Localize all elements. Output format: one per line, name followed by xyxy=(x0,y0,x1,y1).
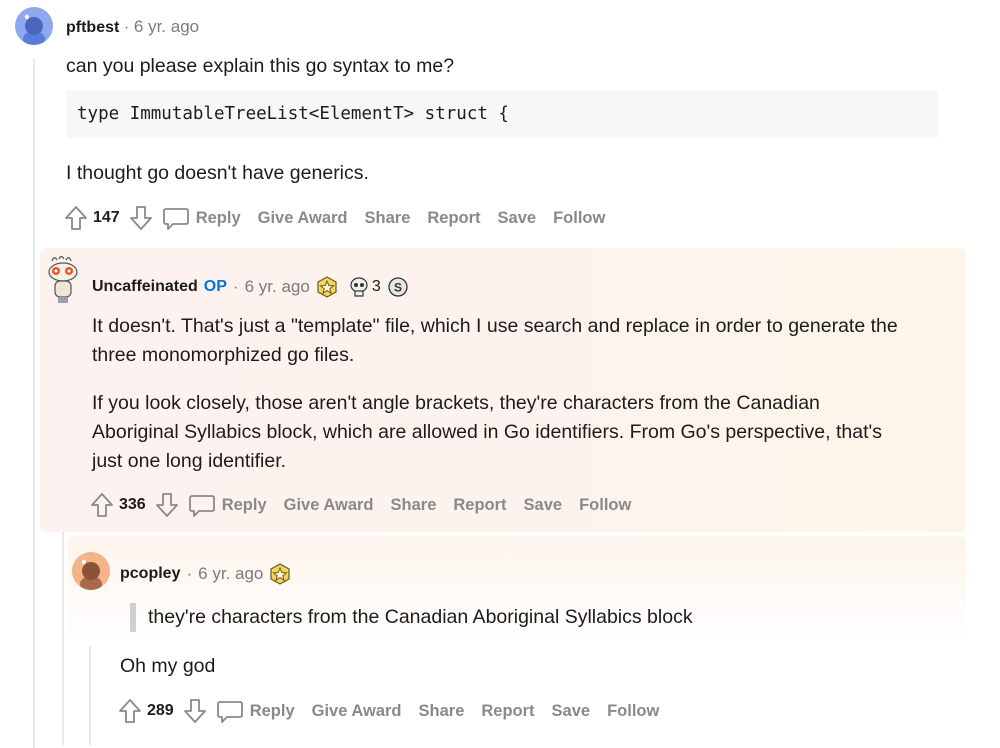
paragraph-line: three monomorphized go files. xyxy=(92,344,355,366)
avatar[interactable] xyxy=(72,552,110,590)
comment-text: I thought go doesn't have generics. xyxy=(66,162,369,184)
downvote-icon[interactable] xyxy=(182,697,208,725)
award-icon[interactable] xyxy=(316,276,338,298)
report-button[interactable]: Report xyxy=(427,209,480,228)
timestamp[interactable]: 6 yr. ago xyxy=(134,17,199,36)
comment-text: It doesn't. That's just a "template" fil… xyxy=(92,312,898,370)
quote-text: they're characters from the Canadian Abo… xyxy=(148,606,693,628)
comment-text: If you look closely, those aren't angle … xyxy=(92,389,882,476)
avatar[interactable] xyxy=(15,7,53,45)
silver-award-icon[interactable]: S xyxy=(387,276,409,298)
give-award-button[interactable]: Give Award xyxy=(284,496,374,515)
paragraph-line: It doesn't. That's just a "template" fil… xyxy=(92,315,898,337)
comment-actions: 336 Reply Give Award Share Report Save F… xyxy=(89,490,648,520)
comment-icon[interactable] xyxy=(216,697,244,725)
separator: · xyxy=(123,17,130,36)
vote-count: 147 xyxy=(93,209,120,226)
code-line: type ImmutableTreeList<ElementT> struct … xyxy=(77,104,509,124)
save-button[interactable]: Save xyxy=(552,702,591,721)
comment-icon[interactable] xyxy=(162,204,190,232)
svg-text:S: S xyxy=(394,281,402,295)
comment-header: pcopley · 6 yr. ago xyxy=(120,563,291,585)
timestamp[interactable]: 6 yr. ago xyxy=(198,564,263,584)
separator: · xyxy=(186,564,193,583)
avatar[interactable] xyxy=(44,255,82,305)
share-button[interactable]: Share xyxy=(365,209,411,228)
vote-count: 336 xyxy=(119,496,146,513)
follow-button[interactable]: Follow xyxy=(607,702,659,721)
follow-button[interactable]: Follow xyxy=(553,209,605,228)
share-button[interactable]: Share xyxy=(419,702,465,721)
downvote-icon[interactable] xyxy=(128,204,154,232)
reply-button[interactable]: Reply xyxy=(222,496,267,515)
comment-header: Uncaffeinated OP · 6 yr. ago 3 S xyxy=(92,276,409,298)
upvote-icon[interactable] xyxy=(89,491,115,519)
comment-text: can you please explain this go syntax to… xyxy=(66,55,455,77)
snoo-avatar-icon xyxy=(23,14,45,45)
skull-award-icon[interactable] xyxy=(348,276,370,298)
comment-header: pftbest · 6 yr. ago xyxy=(66,17,199,37)
report-button[interactable]: Report xyxy=(453,496,506,515)
follow-button[interactable]: Follow xyxy=(579,496,631,515)
upvote-icon[interactable] xyxy=(63,204,89,232)
username[interactable]: Uncaffeinated xyxy=(92,278,198,296)
report-button[interactable]: Report xyxy=(481,702,534,721)
comment-actions: 147 Reply Give Award Share Report Save F… xyxy=(63,203,622,233)
thread-line-root[interactable] xyxy=(33,58,35,748)
paragraph-line: Aboriginal Syllabics block, which are al… xyxy=(92,421,882,443)
timestamp[interactable]: 6 yr. ago xyxy=(245,277,310,297)
downvote-icon[interactable] xyxy=(154,491,180,519)
username[interactable]: pftbest xyxy=(66,19,119,36)
award-count: 3 xyxy=(371,278,381,295)
op-badge: OP xyxy=(203,278,227,295)
give-award-button[interactable]: Give Award xyxy=(258,209,348,228)
comment-text: Oh my god xyxy=(120,655,216,677)
username[interactable]: pcopley xyxy=(120,565,180,583)
paragraph-line: just one long identifier. xyxy=(92,450,287,472)
paragraph-line: If you look closely, those aren't angle … xyxy=(92,392,820,414)
code-block: type ImmutableTreeList<ElementT> struct … xyxy=(66,90,938,138)
award-icon[interactable] xyxy=(269,563,291,585)
snoo-costume-avatar-icon xyxy=(48,255,78,303)
reply-button[interactable]: Reply xyxy=(196,209,241,228)
reply-button[interactable]: Reply xyxy=(250,702,295,721)
snoo-avatar-icon xyxy=(80,559,102,590)
save-button[interactable]: Save xyxy=(498,209,537,228)
block-quote: they're characters from the Canadian Abo… xyxy=(130,603,693,632)
vote-count: 289 xyxy=(147,702,174,719)
separator: · xyxy=(232,277,239,296)
comment-icon[interactable] xyxy=(188,491,216,519)
share-button[interactable]: Share xyxy=(391,496,437,515)
upvote-icon[interactable] xyxy=(117,697,143,725)
save-button[interactable]: Save xyxy=(524,496,563,515)
comment-actions: 289 Reply Give Award Share Report Save F… xyxy=(117,696,676,726)
give-award-button[interactable]: Give Award xyxy=(312,702,402,721)
